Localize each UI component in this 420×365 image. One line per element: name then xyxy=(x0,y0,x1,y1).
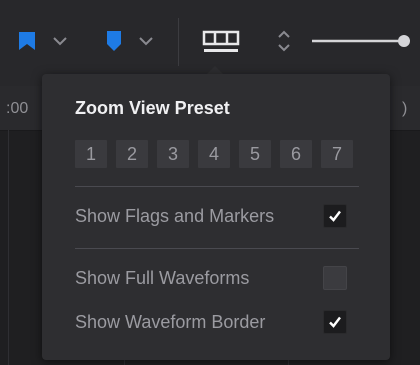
zoom-preset-6-button[interactable]: 6 xyxy=(280,140,312,168)
show-full-waveforms-row[interactable]: Show Full Waveforms xyxy=(75,264,347,292)
show-full-waveforms-checkbox[interactable] xyxy=(323,266,347,290)
timeline-view-options-icon[interactable] xyxy=(201,29,241,60)
zoom-preset-5-button[interactable]: 5 xyxy=(239,140,271,168)
checkmark-icon xyxy=(329,210,341,222)
track-divider xyxy=(8,130,9,365)
popover-separator xyxy=(75,248,359,249)
show-waveform-border-row[interactable]: Show Waveform Border xyxy=(75,308,347,336)
show-flags-markers-label: Show Flags and Markers xyxy=(75,205,275,226)
flag-icon[interactable] xyxy=(18,31,36,56)
marker-dropdown-chevron-down-icon[interactable] xyxy=(138,34,154,52)
popover-separator xyxy=(75,186,359,187)
zoom-slider[interactable] xyxy=(312,34,418,53)
show-waveform-border-checkbox[interactable] xyxy=(323,310,347,334)
checkmark-icon xyxy=(329,316,341,328)
marker-icon[interactable] xyxy=(105,30,123,57)
zoom-slider-handle xyxy=(398,35,410,47)
timeline-view-options-popover: Zoom View Preset 1 2 3 4 5 6 7 Show Flag… xyxy=(42,74,390,360)
show-full-waveforms-label: Show Full Waveforms xyxy=(75,267,250,288)
ruler-timecode-right: ) xyxy=(402,100,408,117)
show-flags-markers-row[interactable]: Show Flags and Markers xyxy=(75,202,347,230)
zoom-preset-2-button[interactable]: 2 xyxy=(116,140,148,168)
zoom-preset-4-button[interactable]: 4 xyxy=(198,140,230,168)
zoom-preset-1-button[interactable]: 1 xyxy=(75,140,107,168)
zoom-preset-3-button[interactable]: 3 xyxy=(157,140,189,168)
popover-title: Zoom View Preset xyxy=(75,98,230,118)
flag-dropdown-chevron-down-icon[interactable] xyxy=(52,34,68,52)
show-flags-markers-checkbox[interactable] xyxy=(323,204,347,228)
show-waveform-border-label: Show Waveform Border xyxy=(75,311,266,332)
toolbar-divider xyxy=(178,18,179,66)
zoom-preset-7-button[interactable]: 7 xyxy=(321,140,353,168)
zoom-stepper-icon[interactable] xyxy=(277,28,291,59)
ruler-timecode-left: :00 xyxy=(6,100,29,117)
zoom-preset-group: 1 2 3 4 5 6 7 xyxy=(75,140,353,168)
